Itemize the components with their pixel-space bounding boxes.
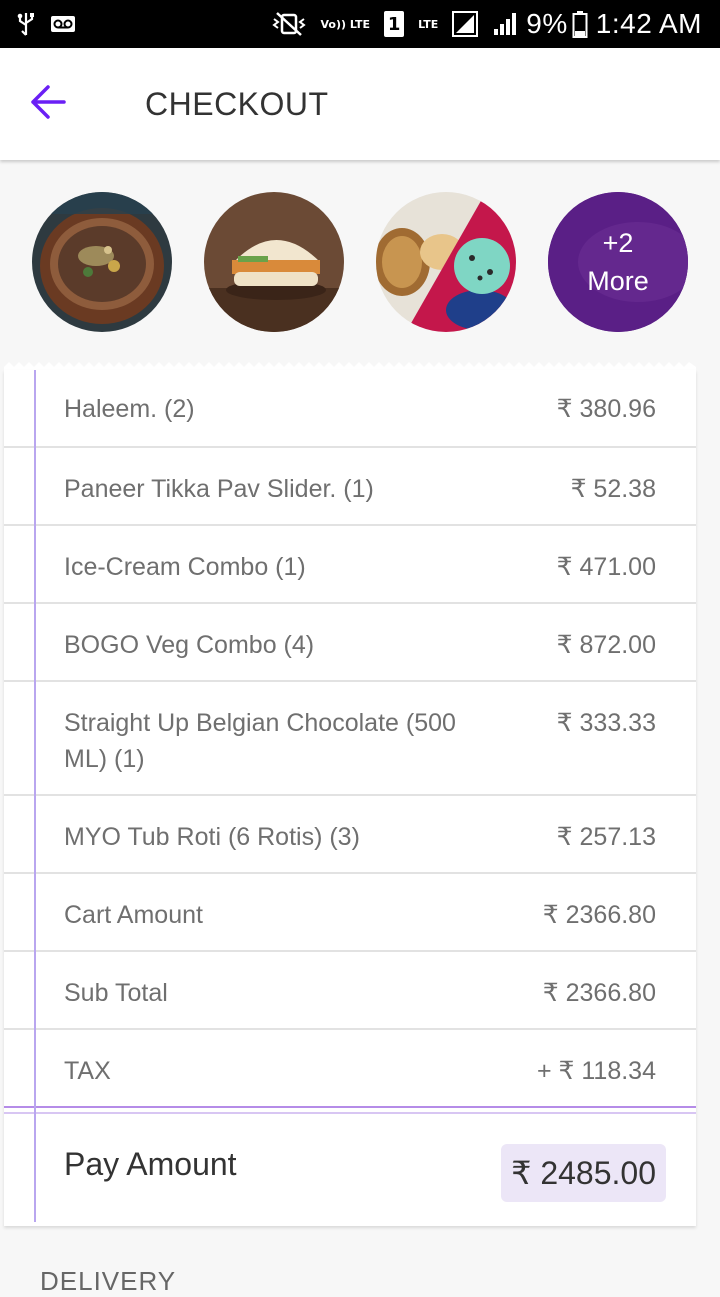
cart-amount-row: Cart Amount ₹ 2366.80 xyxy=(4,874,696,952)
item-name: MYO Tub Roti (6 Rotis) (3) xyxy=(64,823,360,851)
more-items-label: +2 More xyxy=(548,192,688,332)
item-name: Paneer Tikka Pav Slider. (1) xyxy=(64,475,374,503)
voicemail-icon xyxy=(50,15,76,33)
total-divider xyxy=(4,1106,696,1114)
more-count: +2 xyxy=(602,228,634,258)
item-price: ₹ 380.96 xyxy=(556,395,656,423)
volte-icon: Vo)) LTE xyxy=(320,17,371,31)
sub-total-label: Sub Total xyxy=(64,979,168,1007)
cart-amount-value: ₹ 2366.80 xyxy=(542,901,656,929)
page-title: CHECKOUT xyxy=(145,85,329,122)
battery-percent: 9% xyxy=(526,8,568,39)
pay-amount-label: Pay Amount xyxy=(64,1146,237,1182)
cart-amount-label: Cart Amount xyxy=(64,901,203,929)
app-bar: CHECKOUT xyxy=(0,48,720,160)
pav-slider-thumbnail[interactable] xyxy=(204,192,344,332)
signal-bars-icon xyxy=(492,11,518,37)
delivery-section-heading: DELIVERY xyxy=(40,1266,177,1296)
combo-thumbnail[interactable] xyxy=(376,192,516,332)
item-price: ₹ 52.38 xyxy=(570,475,656,503)
item-price: ₹ 333.33 xyxy=(556,709,656,737)
sim-slot-icon: 1 xyxy=(384,11,405,37)
item-price: ₹ 257.13 xyxy=(556,823,656,851)
item-name: Haleem. (2) xyxy=(64,395,195,423)
tax-label: TAX xyxy=(64,1057,111,1085)
order-item-row: Ice-Cream Combo (1) ₹ 471.00 xyxy=(4,526,696,604)
order-item-row: BOGO Veg Combo (4) ₹ 872.00 xyxy=(4,604,696,682)
signal-strength-icon xyxy=(452,11,479,37)
back-arrow-icon xyxy=(30,85,66,123)
tax-value: + ₹ 118.34 xyxy=(536,1057,656,1085)
sub-total-value: ₹ 2366.80 xyxy=(542,979,656,1007)
vibrate-mute-icon xyxy=(271,11,307,37)
status-bar: Vo)) LTE 1 LTE 9% 1:42 AM xyxy=(0,0,720,48)
tax-row: TAX + ₹ 118.34 xyxy=(4,1030,696,1106)
order-item-row: Haleem. (2) ₹ 380.96 xyxy=(4,370,696,448)
usb-icon xyxy=(16,11,36,37)
back-button[interactable] xyxy=(0,48,96,160)
lte-icon: LTE xyxy=(418,17,439,31)
item-name: Ice-Cream Combo (1) xyxy=(64,553,306,581)
item-name: Straight Up Belgian Chocolate (500 ML) (… xyxy=(64,709,456,773)
receipt-margin-line xyxy=(34,370,36,1222)
item-name: BOGO Veg Combo (4) xyxy=(64,631,315,659)
pay-amount-value: ₹ 2485.00 xyxy=(501,1144,666,1202)
clock: 1:42 AM xyxy=(595,8,702,39)
sub-total-row: Sub Total ₹ 2366.80 xyxy=(4,952,696,1030)
order-item-row: Straight Up Belgian Chocolate (500 ML) (… xyxy=(4,682,696,796)
order-thumbnails: +2 More xyxy=(0,192,720,332)
item-price: ₹ 471.00 xyxy=(556,553,656,581)
order-item-row: MYO Tub Roti (6 Rotis) (3) ₹ 257.13 xyxy=(4,796,696,874)
more-text: More xyxy=(587,266,649,296)
more-items-button[interactable]: +2 More xyxy=(548,192,688,332)
order-summary-card: Haleem. (2) ₹ 380.96 Paneer Tikka Pav Sl… xyxy=(4,370,696,1226)
haleem-thumbnail[interactable] xyxy=(32,192,172,332)
battery-icon xyxy=(572,10,588,38)
order-item-row: Paneer Tikka Pav Slider. (1) ₹ 52.38 xyxy=(4,448,696,526)
item-price: ₹ 872.00 xyxy=(556,631,656,659)
